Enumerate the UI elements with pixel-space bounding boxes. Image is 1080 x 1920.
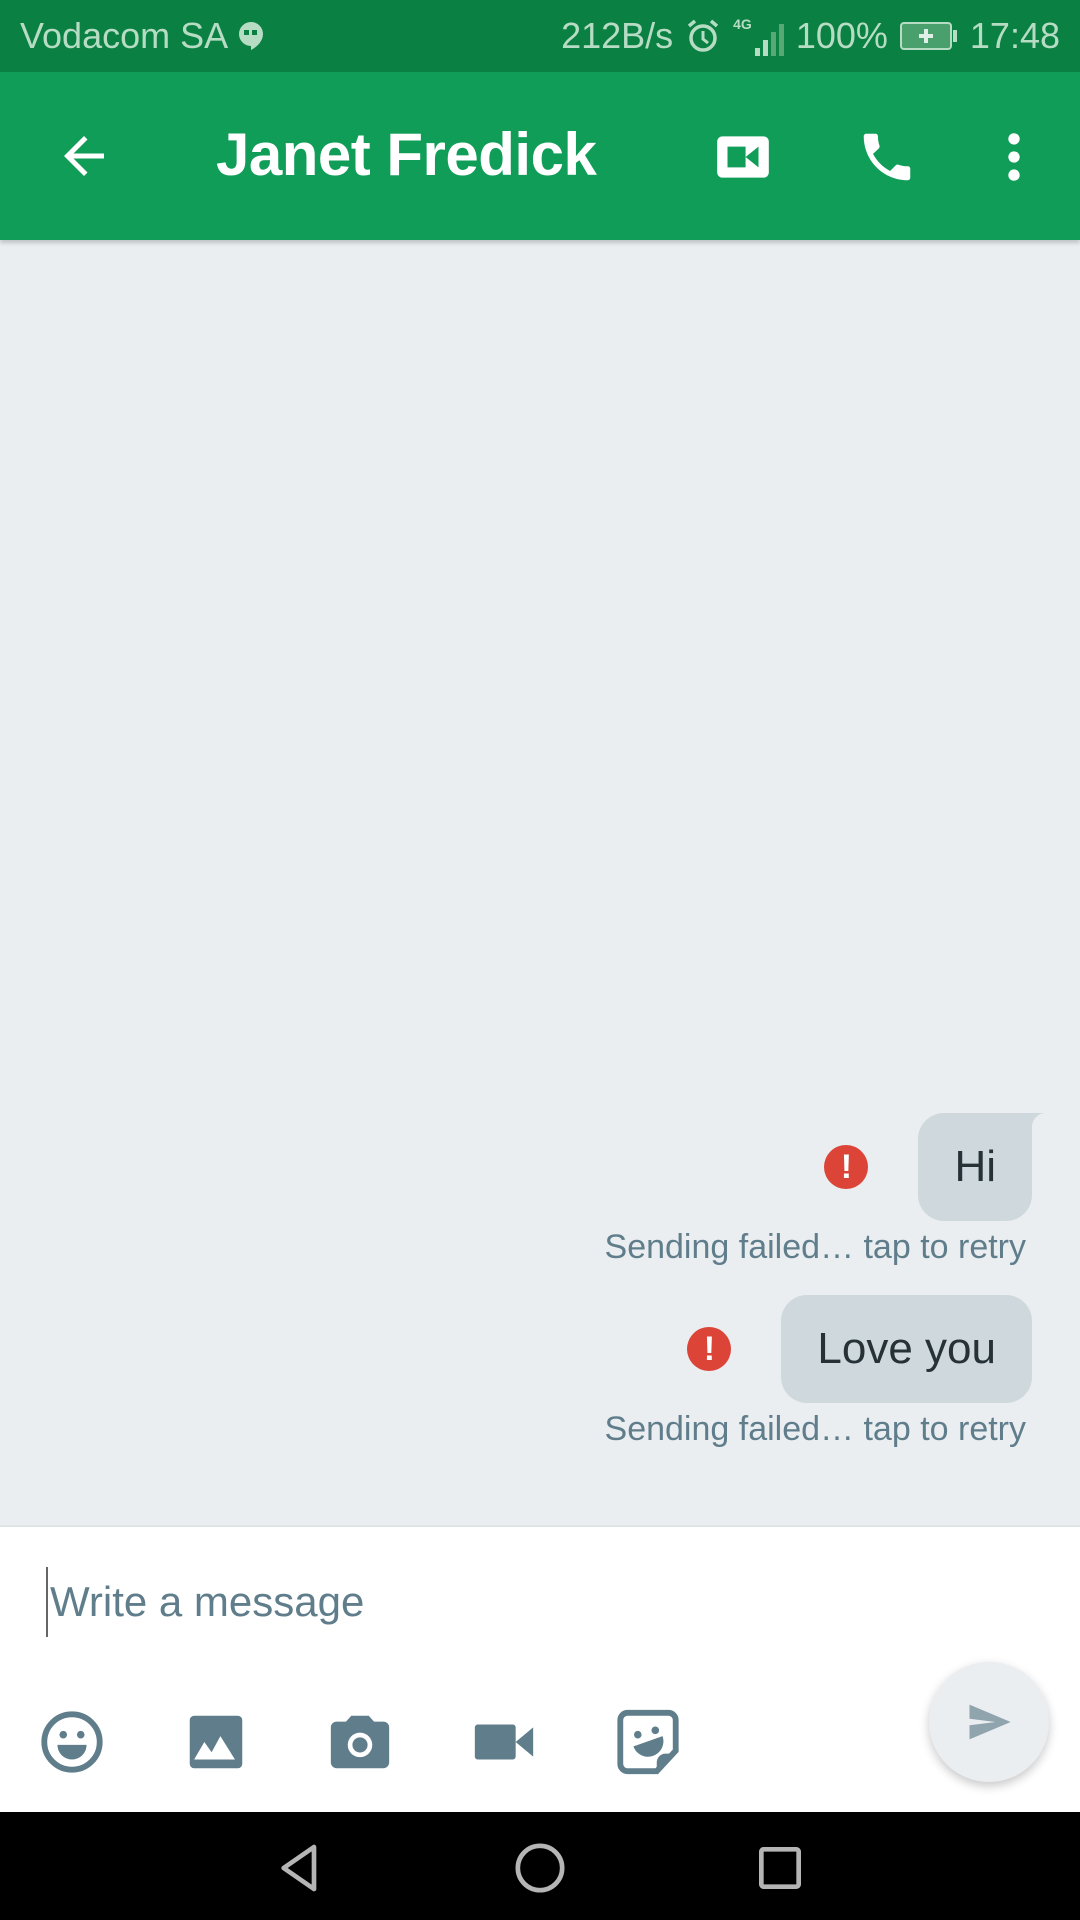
back-arrow-icon[interactable]	[54, 126, 114, 186]
send-button[interactable]	[929, 1662, 1049, 1782]
nav-recents-icon[interactable]	[752, 1840, 808, 1896]
video-call-icon[interactable]	[712, 126, 774, 188]
battery-charging-icon	[899, 22, 957, 50]
conversation-area: ! Hi Sending failed… tap to retry ! Love…	[0, 240, 1080, 1525]
image-icon[interactable]	[181, 1707, 251, 1777]
message-row[interactable]: ! Love you	[687, 1295, 1032, 1403]
message-input[interactable]	[46, 1567, 866, 1637]
clock: 17:48	[969, 15, 1060, 56]
alarm-icon	[688, 19, 719, 52]
system-nav-bar	[0, 1812, 1080, 1920]
error-icon[interactable]: !	[687, 1327, 732, 1371]
emoji-icon[interactable]	[37, 1707, 107, 1777]
contact-name: Janet Fredick	[216, 121, 597, 188]
camera-icon[interactable]	[325, 1707, 395, 1777]
nav-home-icon[interactable]	[512, 1840, 568, 1896]
nav-back-icon[interactable]	[272, 1840, 328, 1896]
signal-icon: 4G	[733, 16, 784, 56]
sending-failed-status[interactable]: Sending failed… tap to retry	[605, 1228, 1026, 1267]
hangouts-notification-icon	[239, 22, 264, 50]
sticker-icon[interactable]	[613, 1707, 683, 1777]
net-speed: 212B/s	[561, 15, 674, 56]
status-bar: Vodacom SA 212B/s 4G 100% 17:48	[0, 0, 1080, 72]
more-vert-icon[interactable]	[983, 126, 1045, 188]
sending-failed-status[interactable]: Sending failed… tap to retry	[605, 1410, 1026, 1449]
carrier-label: Vodacom SA	[20, 15, 229, 56]
error-icon[interactable]: !	[824, 1145, 869, 1189]
send-icon	[969, 1704, 1011, 1740]
message-bubble[interactable]: Hi	[918, 1113, 1046, 1221]
message-bubble[interactable]: Love you	[781, 1295, 1032, 1403]
phone-call-icon[interactable]	[856, 126, 918, 188]
app-bar: Janet Fredick	[0, 72, 1080, 240]
composer	[0, 1525, 1080, 1812]
battery-percent: 100%	[795, 15, 888, 56]
message-row[interactable]: ! Hi	[824, 1113, 1046, 1221]
video-icon[interactable]	[469, 1707, 539, 1777]
